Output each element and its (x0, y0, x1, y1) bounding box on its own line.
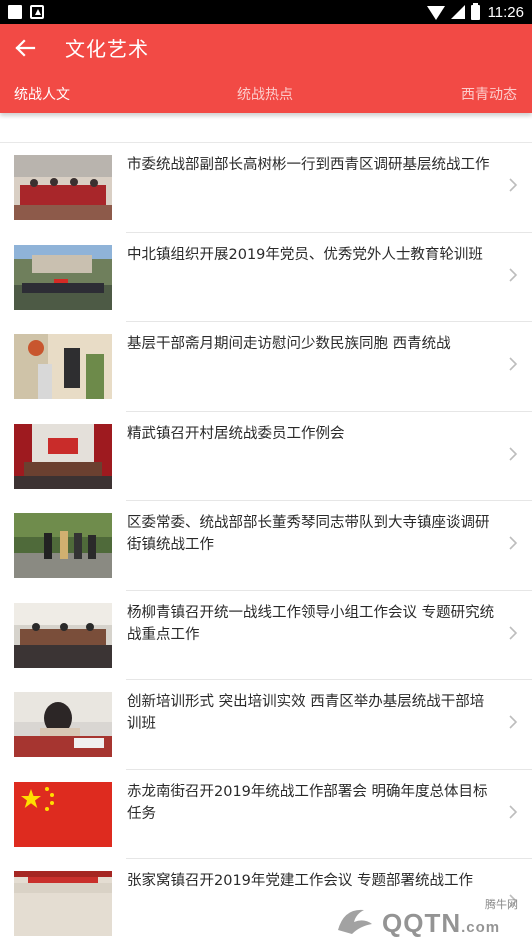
watermark-text: QQTN.com (382, 908, 501, 938)
signal-icon (450, 5, 465, 19)
chevron-right-icon (508, 446, 518, 462)
site-watermark: 腾牛网 QQTN.com (326, 896, 526, 944)
news-title: 杨柳青镇召开统一战线工作领导小组工作会议 专题研究统战重点工作 (127, 604, 495, 643)
news-title: 中北镇组织开展2019年党员、优秀党外人士教育轮训班 (127, 246, 483, 263)
status-time: 11:26 (487, 3, 524, 21)
news-item[interactable]: 中北镇组织开展2019年党员、优秀党外人士教育轮训班 (0, 233, 532, 323)
news-thumbnail (14, 692, 112, 757)
news-item[interactable]: 杨柳青镇召开统一战线工作领导小组工作会议 专题研究统战重点工作 (0, 591, 532, 681)
news-title: 精武镇召开村居统战委员工作例会 (127, 425, 345, 442)
news-title: 张家窝镇召开2019年党建工作会议 专题部署统战工作 (127, 873, 474, 889)
chevron-right-icon (508, 625, 518, 641)
chevron-right-icon (508, 804, 518, 820)
app-notification-icon (30, 5, 44, 19)
china-flag-icon (14, 781, 112, 847)
tab-tongzhan-redian[interactable]: 统战热点 (237, 84, 293, 104)
watermark-logo-icon (338, 909, 372, 934)
tab-tongzhan-renwen[interactable]: 统战人文 (14, 84, 70, 104)
news-title: 基层干部斋月期间走访慰问少数民族同胞 西青统战 (127, 336, 451, 352)
news-item[interactable]: 精武镇召开村居统战委员工作例会 (0, 412, 532, 502)
news-title: 区委常委、统战部部长董秀琴同志带队到大寺镇座谈调研街镇统战工作 (127, 515, 490, 553)
news-thumbnail (14, 423, 112, 489)
notification-icon (8, 5, 22, 19)
news-item[interactable]: 区委常委、统战部部长董秀琴同志带队到大寺镇座谈调研街镇统战工作 (0, 501, 532, 591)
back-button[interactable] (10, 34, 42, 62)
news-thumbnail (14, 244, 112, 310)
news-list: 市委统战部副部长高树彬一行到西青区调研基层统战工作 中北镇组织开展2019年党员… (0, 143, 532, 946)
news-item[interactable]: 创新培训形式 突出培训实效 西青区举办基层统战干部培训班 (0, 680, 532, 770)
news-title: 赤龙南街召开2019年统战工作部署会 明确年度总体目标任务 (127, 783, 488, 822)
app-header: 文化艺术 统战人文 统战热点 西青动态 (0, 24, 532, 113)
news-thumbnail (14, 155, 112, 220)
wifi-icon (426, 6, 445, 20)
news-thumbnail (14, 334, 112, 399)
news-thumbnail (14, 602, 112, 668)
news-title: 市委统战部副部长高树彬一行到西青区调研基层统战工作 (127, 157, 490, 173)
news-thumbnail (14, 781, 112, 847)
status-bar: 11:26 (0, 0, 532, 24)
news-thumbnail (14, 871, 112, 936)
battery-icon (470, 2, 480, 20)
chevron-right-icon (508, 714, 518, 730)
back-arrow-icon (15, 39, 36, 57)
chevron-right-icon (508, 356, 518, 372)
news-item[interactable]: 基层干部斋月期间走访慰问少数民族同胞 西青统战 (0, 322, 532, 412)
news-item[interactable]: 赤龙南街召开2019年统战工作部署会 明确年度总体目标任务 (0, 770, 532, 860)
tab-xiqing-dongtai[interactable]: 西青动态 (461, 84, 517, 104)
news-title: 创新培训形式 突出培训实效 西青区举办基层统战干部培训班 (127, 694, 485, 732)
news-thumbnail (14, 513, 112, 578)
page-title: 文化艺术 (65, 37, 149, 61)
news-item[interactable]: 市委统战部副部长高树彬一行到西青区调研基层统战工作 (0, 143, 532, 233)
chevron-right-icon (508, 177, 518, 193)
chevron-right-icon (508, 267, 518, 283)
chevron-right-icon (508, 535, 518, 551)
